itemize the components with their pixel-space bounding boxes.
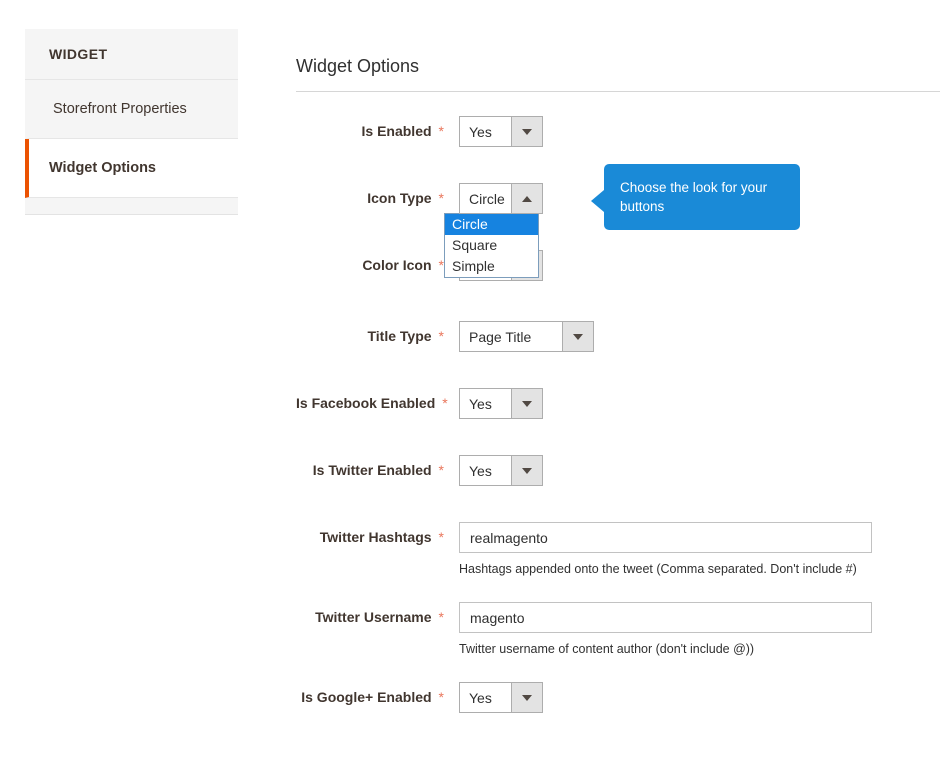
field-row-is-facebook-enabled: Is Facebook Enabled * Yes: [296, 388, 940, 419]
section-divider: [296, 91, 940, 92]
twitter-username-input[interactable]: [459, 602, 872, 633]
field-label-is-google-plus-enabled: Is Google+ Enabled *: [296, 682, 444, 705]
chevron-down-icon: [522, 467, 532, 474]
field-label-icon-type: Icon Type *: [296, 183, 444, 206]
is-facebook-enabled-select-toggle[interactable]: [511, 389, 542, 418]
field-control-icon-type: Circle Circle Square Simple: [444, 183, 543, 278]
title-type-select-toggle[interactable]: [562, 322, 593, 351]
twitter-username-helper-text: Twitter username of content author (don'…: [459, 642, 755, 656]
chevron-down-icon: [573, 333, 583, 340]
is-enabled-select[interactable]: Yes: [459, 116, 543, 147]
field-control-is-google-plus-enabled: Yes: [444, 682, 543, 713]
field-row-color-icon: Color Icon *: [296, 250, 940, 285]
twitter-hashtags-input[interactable]: [459, 522, 872, 553]
widget-options-panel: Widget Options Is Enabled * Yes Icon Type…: [296, 56, 940, 713]
sidebar-item-label: Widget Options: [49, 160, 156, 176]
is-twitter-enabled-select[interactable]: Yes: [459, 455, 543, 486]
field-label-is-facebook-enabled: Is Facebook Enabled *: [296, 388, 448, 411]
page-title: Widget Options: [296, 56, 420, 76]
dropdown-option-circle[interactable]: Circle: [445, 214, 538, 235]
sidebar-item-widget-options[interactable]: Widget Options: [25, 139, 238, 198]
icon-type-tooltip: Choose the look for your buttons: [591, 164, 800, 230]
tooltip-arrow-icon: [591, 190, 604, 212]
title-type-select[interactable]: Page Title: [459, 321, 594, 352]
field-label-color-icon: Color Icon *: [296, 250, 444, 273]
field-control-twitter-hashtags: Hashtags appended onto the tweet (Comma …: [444, 522, 872, 576]
field-control-title-type: Page Title: [444, 321, 594, 352]
field-row-is-twitter-enabled: Is Twitter Enabled * Yes: [296, 455, 940, 486]
label-text: Title Type: [367, 328, 432, 344]
field-row-twitter-hashtags: Twitter Hashtags* Hashtags appended onto…: [296, 522, 940, 576]
widget-sidebar: WIDGET Storefront Properties Widget Opti…: [25, 29, 238, 215]
sidebar-header: WIDGET: [25, 29, 238, 80]
chevron-down-icon: [522, 694, 532, 701]
icon-type-select-toggle[interactable]: [511, 184, 542, 213]
icon-type-select[interactable]: Circle: [459, 183, 543, 214]
field-label-is-twitter-enabled: Is Twitter Enabled *: [296, 455, 444, 478]
field-label-twitter-username: Twitter Username *: [296, 602, 444, 625]
field-label-title-type: Title Type *: [296, 321, 444, 344]
is-enabled-select-toggle[interactable]: [511, 117, 542, 146]
label-text: Icon Type: [367, 190, 432, 206]
label-text: Is Google+ Enabled: [301, 689, 432, 705]
label-text: Is Enabled: [361, 123, 432, 139]
is-google-plus-enabled-select[interactable]: Yes: [459, 682, 543, 713]
field-control-is-facebook-enabled: Yes: [444, 388, 543, 419]
field-control-is-enabled: Yes: [444, 116, 543, 147]
sidebar-item-label: Storefront Properties: [53, 101, 187, 117]
dropdown-option-simple[interactable]: Simple: [445, 256, 538, 277]
field-row-twitter-username: Twitter Username* Twitter username of co…: [296, 602, 940, 656]
is-google-plus-enabled-select-toggle[interactable]: [511, 683, 542, 712]
field-control-twitter-username: Twitter username of content author (don'…: [444, 602, 872, 656]
label-text: Twitter Hashtags: [319, 529, 432, 545]
icon-type-select-value: Circle: [460, 184, 511, 213]
is-google-plus-enabled-select-value: Yes: [460, 683, 511, 712]
is-enabled-select-value: Yes: [460, 117, 511, 146]
title-type-select-value: Page Title: [460, 322, 562, 351]
field-row-is-enabled: Is Enabled * Yes: [296, 116, 940, 147]
chevron-down-icon: [522, 128, 532, 135]
field-label-is-enabled: Is Enabled *: [296, 116, 444, 139]
chevron-down-icon: [522, 400, 532, 407]
icon-type-dropdown-list[interactable]: Circle Square Simple: [444, 213, 539, 278]
label-text: Is Facebook Enabled: [296, 395, 436, 411]
is-facebook-enabled-select-value: Yes: [460, 389, 511, 418]
field-row-title-type: Title Type * Page Title: [296, 321, 940, 352]
dropdown-option-square[interactable]: Square: [445, 235, 538, 256]
is-twitter-enabled-select-toggle[interactable]: [511, 456, 542, 485]
label-text: Is Twitter Enabled: [312, 462, 432, 478]
field-control-is-twitter-enabled: Yes: [444, 455, 543, 486]
field-row-is-google-plus-enabled: Is Google+ Enabled * Yes: [296, 682, 940, 713]
is-facebook-enabled-select[interactable]: Yes: [459, 388, 543, 419]
is-twitter-enabled-select-value: Yes: [460, 456, 511, 485]
sidebar-item-storefront-properties[interactable]: Storefront Properties: [25, 80, 238, 139]
label-text: Color Icon: [362, 257, 432, 273]
field-label-twitter-hashtags: Twitter Hashtags *: [296, 522, 444, 545]
chevron-up-icon: [522, 195, 532, 202]
label-text: Twitter Username: [315, 609, 432, 625]
twitter-hashtags-helper-text: Hashtags appended onto the tweet (Comma …: [459, 562, 857, 576]
sidebar-footer-spacer: [25, 198, 238, 214]
tooltip-text: Choose the look for your buttons: [620, 180, 768, 214]
